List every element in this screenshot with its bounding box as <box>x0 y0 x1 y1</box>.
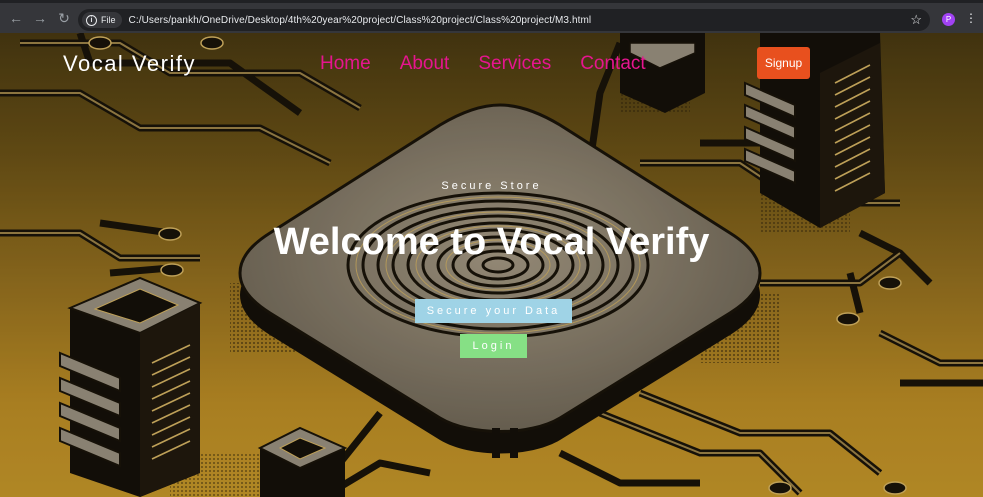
reload-icon[interactable]: ↻ <box>53 7 75 29</box>
nav-link-home[interactable]: Home <box>320 53 371 75</box>
site-nav: Home About Services Contact <box>320 53 675 75</box>
info-icon: i <box>86 14 97 26</box>
site-brand-logo[interactable]: Vocal Verify <box>63 51 196 77</box>
hero-title: Welcome to Vocal Verify <box>273 221 710 263</box>
site-info-chip[interactable]: i File <box>82 12 122 28</box>
circuit-background-art <box>0 33 983 497</box>
nav-link-about[interactable]: About <box>400 53 450 75</box>
hero-subtitle: Secure Store <box>441 180 542 192</box>
back-arrow-icon[interactable]: ← <box>5 7 27 29</box>
star-icon[interactable]: ☆ <box>910 12 922 28</box>
profile-avatar[interactable]: P <box>942 13 955 26</box>
secure-data-button[interactable]: Secure your Data <box>415 299 572 323</box>
url-text[interactable]: C:/Users/pankh/OneDrive/Desktop/4th%20ye… <box>129 15 592 26</box>
browser-toolbar: ← → ↻ i File C:/Users/pankh/OneDrive/Des… <box>0 0 983 33</box>
nav-link-contact[interactable]: Contact <box>580 53 645 75</box>
address-bar[interactable]: i File C:/Users/pankh/OneDrive/Desktop/4… <box>78 9 930 31</box>
nav-link-services[interactable]: Services <box>478 53 551 75</box>
forward-arrow-icon[interactable]: → <box>29 7 51 29</box>
page-viewport: Vocal Verify Home About Services Contact… <box>0 33 983 497</box>
signup-button[interactable]: Signup <box>757 47 810 79</box>
file-label: File <box>101 15 116 25</box>
login-button[interactable]: Login <box>460 334 527 358</box>
kebab-menu-icon[interactable]: ⋮ <box>965 11 977 25</box>
